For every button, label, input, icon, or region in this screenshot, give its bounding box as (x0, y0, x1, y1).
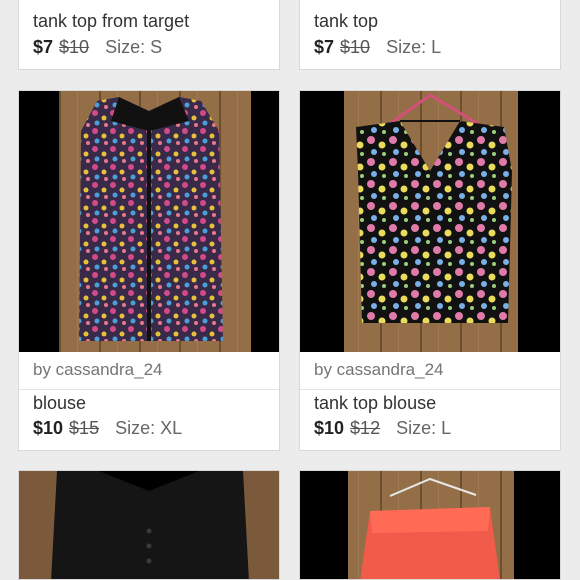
listing-original-price: $10 (59, 37, 90, 57)
listing-photo[interactable] (300, 471, 560, 579)
listing-original-price: $12 (350, 418, 381, 438)
listing-card[interactable]: by cassandra_24 blouse $10 $15 Size: XL (18, 90, 280, 451)
listing-title: blouse (33, 393, 87, 413)
listing-original-price: $15 (69, 418, 100, 438)
listing-price: $10 (33, 418, 64, 438)
divider (19, 389, 279, 390)
listing-price-line: $7 $10 Size: S (33, 37, 162, 58)
listing-photo[interactable] (19, 471, 279, 579)
listing-size: Size: XL (115, 418, 183, 438)
divider (300, 389, 560, 390)
listing-title: tank top from target (33, 11, 190, 31)
listing-original-price: $10 (340, 37, 371, 57)
listing-size: Size: L (386, 37, 442, 57)
seller-name[interactable]: by cassandra_24 (33, 360, 162, 380)
listing-price-line: $10 $12 Size: L (314, 418, 451, 439)
listing-card[interactable]: tank top from target $7 $10 Size: S (18, 0, 280, 70)
listing-price-line: $10 $15 Size: XL (33, 418, 182, 439)
listing-size: Size: L (396, 418, 452, 438)
listing-card[interactable]: tank top $7 $10 Size: L (299, 0, 561, 70)
listing-price: $7 (33, 37, 54, 57)
listing-price-line: $7 $10 Size: L (314, 37, 441, 58)
listing-card[interactable] (299, 470, 561, 580)
seller-name[interactable]: by cassandra_24 (314, 360, 443, 380)
listing-title: tank top (314, 11, 379, 31)
listing-title: tank top blouse (314, 393, 437, 413)
listing-card[interactable] (18, 470, 280, 580)
listing-price: $10 (314, 418, 345, 438)
listing-price: $7 (314, 37, 335, 57)
listing-card[interactable]: by cassandra_24 tank top blouse $10 $12 Si… (299, 90, 561, 451)
listing-size: Size: S (105, 37, 163, 57)
listing-photo[interactable] (19, 91, 279, 352)
listing-photo[interactable] (300, 91, 560, 352)
